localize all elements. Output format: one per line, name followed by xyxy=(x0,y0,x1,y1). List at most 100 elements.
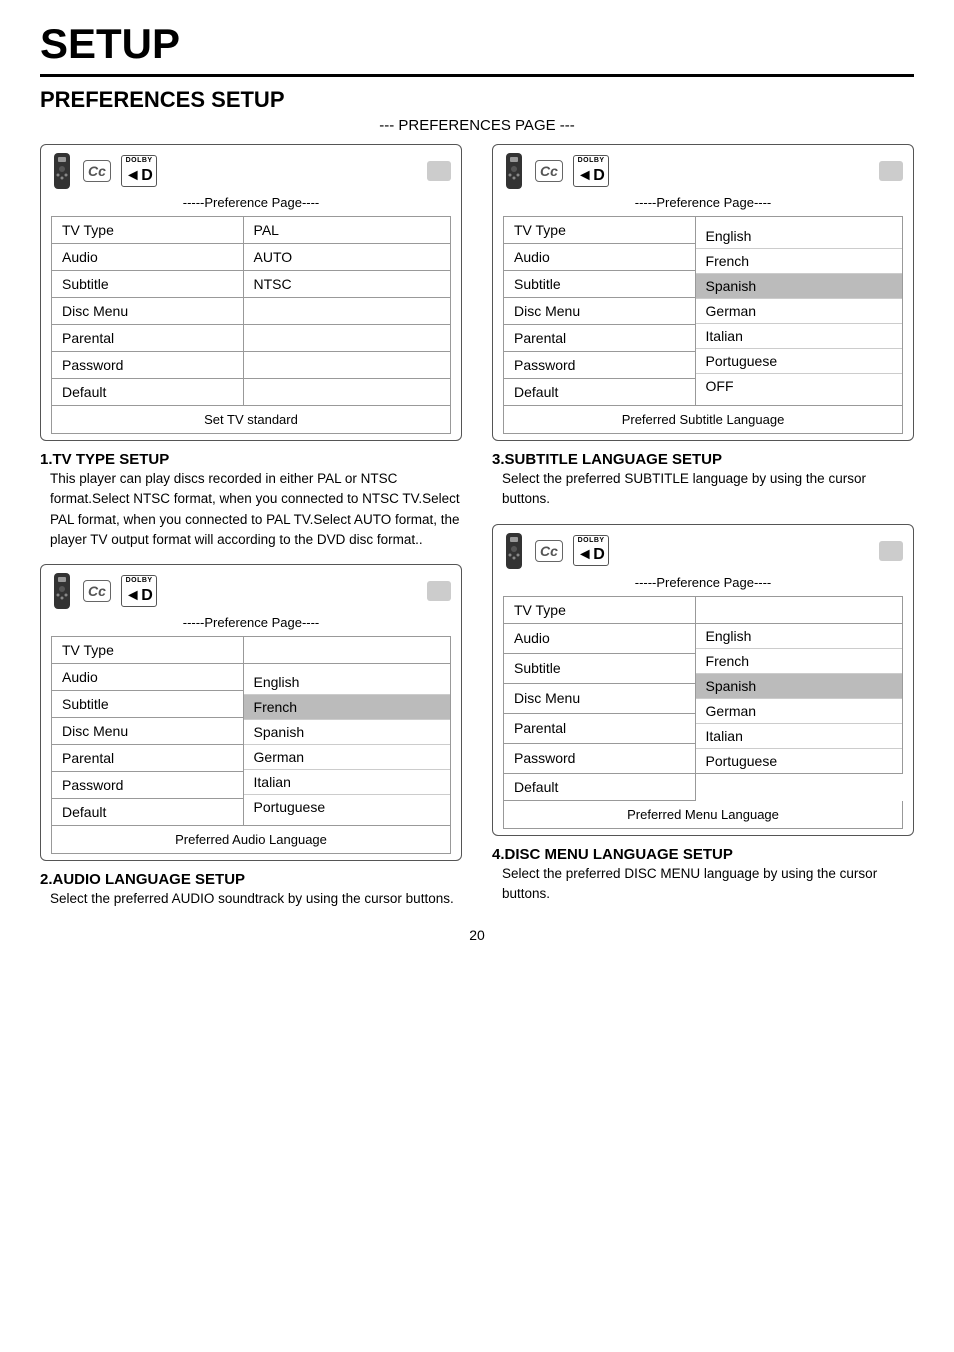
menu-dropdown: English French Spanish German Italian Po… xyxy=(695,623,902,773)
dropdown-item-italian[interactable]: Italian xyxy=(696,324,902,349)
row-label: Audio xyxy=(504,623,696,653)
row-value xyxy=(695,596,902,623)
row-value xyxy=(243,379,450,406)
row-label: Disc Menu xyxy=(52,298,244,325)
extra-icon-3 xyxy=(427,581,451,601)
table-row: Default xyxy=(504,773,903,800)
row-label: Default xyxy=(504,379,696,406)
panel-footer-4: Preferred Menu Language xyxy=(503,801,903,829)
pref-page-label-3: -----Preference Page---- xyxy=(51,615,451,630)
cc-icon-3: Cc xyxy=(83,580,111,602)
row-label: Subtitle xyxy=(504,653,696,683)
table-row: Audio English French Spanish German Ital… xyxy=(52,664,451,691)
section-3-title: 3.SUBTITLE LANGUAGE SETUP xyxy=(492,451,914,469)
dropdown-item-spanish[interactable]: Spanish xyxy=(696,274,902,299)
remote-icon-1 xyxy=(51,153,73,189)
section-4: 4.DISC MENU LANGUAGE SETUP Select the pr… xyxy=(492,846,914,905)
row-label: Audio xyxy=(52,244,244,271)
dolby-icon-2: DOLBY ◄D xyxy=(573,155,609,187)
dropdown-item-english[interactable]: English xyxy=(696,224,902,249)
extra-icon-2 xyxy=(879,161,903,181)
remote-icon-2 xyxy=(503,153,525,189)
row-label: Parental xyxy=(52,745,244,772)
section-3: 3.SUBTITLE LANGUAGE SETUP Select the pre… xyxy=(492,451,914,510)
dropdown-item-italian[interactable]: Italian xyxy=(696,724,902,749)
dropdown-item-english[interactable]: English xyxy=(244,670,450,695)
row-label: Subtitle xyxy=(52,271,244,298)
row-label: Disc Menu xyxy=(504,683,696,713)
row-label: Default xyxy=(52,799,244,826)
dolby-icon-4: DOLBY ◄D xyxy=(573,535,609,567)
row-value: PAL xyxy=(243,217,450,244)
panel-footer-1: Set TV standard xyxy=(51,406,451,434)
panel-2: Cc DOLBY ◄D -----Preference Page---- TV … xyxy=(492,144,914,441)
row-label: Default xyxy=(52,379,244,406)
row-label: Parental xyxy=(52,325,244,352)
section-1-title: 1.TV TYPE SETUP xyxy=(40,451,462,469)
dropdown-item-spanish[interactable]: Spanish xyxy=(244,720,450,745)
row-label: Audio xyxy=(52,664,244,691)
cc-icon-1: Cc xyxy=(83,160,111,182)
table-row: Password xyxy=(52,352,451,379)
dropdown-item-portuguese[interactable]: Portuguese xyxy=(696,749,902,773)
row-label: Password xyxy=(52,772,244,799)
cc-icon-4: Cc xyxy=(535,540,563,562)
dolby-icon-3: DOLBY ◄D xyxy=(121,575,157,607)
row-label: Password xyxy=(504,352,696,379)
row-value xyxy=(243,352,450,379)
panel-footer-2: Preferred Subtitle Language xyxy=(503,406,903,434)
row-label: Subtitle xyxy=(52,691,244,718)
table-row: SubtitleNTSC xyxy=(52,271,451,298)
table-row: Disc Menu xyxy=(52,298,451,325)
extra-icon-4 xyxy=(879,541,903,561)
panel-1: Cc DOLBY ◄D -----Preference Page---- TV … xyxy=(40,144,462,441)
menu-table-3: TV Type Audio English French Spanish Ger… xyxy=(51,636,451,826)
section-4-title: 4.DISC MENU LANGUAGE SETUP xyxy=(492,846,914,864)
row-label: TV Type xyxy=(52,217,244,244)
row-label: Disc Menu xyxy=(52,718,244,745)
dolby-icon-1: DOLBY ◄D xyxy=(121,155,157,187)
table-row: TV Type xyxy=(504,596,903,623)
dropdown-item-german[interactable]: German xyxy=(244,745,450,770)
row-value xyxy=(243,637,450,664)
row-value xyxy=(243,325,450,352)
section-2-title: 2.AUDIO LANGUAGE SETUP xyxy=(40,871,462,889)
pref-page-label-4: -----Preference Page---- xyxy=(503,575,903,590)
dropdown-item-german[interactable]: German xyxy=(696,699,902,724)
dropdown-item-german[interactable]: German xyxy=(696,299,902,324)
right-column: Cc DOLBY ◄D -----Preference Page---- TV … xyxy=(492,144,914,909)
dropdown-item-off[interactable]: OFF xyxy=(696,374,902,398)
row-label: Parental xyxy=(504,713,696,743)
dropdown-item-french[interactable]: French xyxy=(696,649,902,674)
menu-table-2: TV Type English French Spanish German It… xyxy=(503,216,903,406)
pref-page-label-1: -----Preference Page---- xyxy=(51,195,451,210)
dropdown-item-french[interactable]: French xyxy=(696,249,902,274)
remote-icon-4 xyxy=(503,533,525,569)
menu-table-4: TV Type Audio English French Spanish Ger… xyxy=(503,596,903,801)
row-value: NTSC xyxy=(243,271,450,298)
section-2-body: Select the preferred AUDIO soundtrack by… xyxy=(50,889,462,909)
row-label: Password xyxy=(52,352,244,379)
row-label: TV Type xyxy=(504,217,696,244)
section-2: 2.AUDIO LANGUAGE SETUP Select the prefer… xyxy=(40,871,462,909)
left-column: Cc DOLBY ◄D -----Preference Page---- TV … xyxy=(40,144,462,909)
device-icons-3: Cc DOLBY ◄D xyxy=(51,573,451,609)
table-row: Audio English French Spanish German Ital… xyxy=(504,623,903,653)
dropdown-item-italian[interactable]: Italian xyxy=(244,770,450,795)
dropdown-item-french[interactable]: French xyxy=(244,695,450,720)
dropdown-item-spanish[interactable]: Spanish xyxy=(696,674,902,699)
device-icons-1: Cc DOLBY ◄D xyxy=(51,153,451,189)
row-label: Password xyxy=(504,743,696,773)
device-icons-4: Cc DOLBY ◄D xyxy=(503,533,903,569)
subtitle-dropdown: English French Spanish German Italian Po… xyxy=(695,217,902,406)
section-1: 1.TV TYPE SETUP This player can play dis… xyxy=(40,451,462,550)
row-label: Disc Menu xyxy=(504,298,696,325)
section-1-body: This player can play discs recorded in e… xyxy=(50,469,462,550)
dropdown-item-english[interactable]: English xyxy=(696,624,902,649)
table-row: TV Type xyxy=(52,637,451,664)
page-title: SETUP xyxy=(40,20,914,77)
dropdown-item-portuguese[interactable]: Portuguese xyxy=(244,795,450,819)
dropdown-item-portuguese[interactable]: Portuguese xyxy=(696,349,902,374)
table-row: TV TypePAL xyxy=(52,217,451,244)
row-label: TV Type xyxy=(52,637,244,664)
